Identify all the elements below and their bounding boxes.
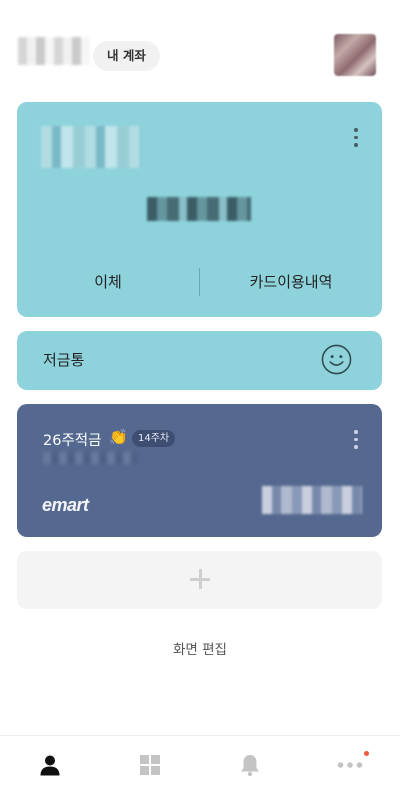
week-badge: 14주차: [132, 430, 176, 447]
plan-balance-blurred: [262, 486, 362, 514]
clap-icon: 👏: [109, 428, 128, 446]
my-account-button[interactable]: 내 계좌: [93, 41, 160, 71]
header: 내 계좌: [0, 0, 400, 100]
emart-logo: emart: [42, 495, 89, 515]
main-account-card[interactable]: 이체 카드이용내역: [17, 102, 382, 317]
edit-screen-link[interactable]: 화면 편집: [0, 638, 400, 658]
account-name-blurred: [41, 126, 141, 168]
bell-icon: [241, 754, 259, 776]
bottom-nav: [0, 735, 400, 793]
nav-item-notifications[interactable]: [200, 736, 300, 793]
add-card-button[interactable]: [17, 551, 382, 609]
savings-box-label: 저금통: [43, 351, 85, 369]
nav-item-products[interactable]: [100, 736, 200, 793]
account-actions: 이체 카드이용내역: [17, 267, 382, 297]
balance-blurred: [147, 197, 251, 221]
nav-item-my[interactable]: [0, 736, 100, 793]
savings-box-card[interactable]: 저금통: [17, 331, 382, 390]
plan-subtitle-blurred: [43, 452, 138, 464]
plus-icon: [189, 565, 211, 589]
plan-title: 26주적금: [43, 433, 102, 449]
more-icon: [337, 761, 363, 768]
card-history-button[interactable]: 카드이용내역: [200, 267, 382, 297]
more-vertical-icon[interactable]: [354, 128, 360, 147]
avatar[interactable]: [334, 34, 376, 76]
person-icon: [40, 755, 60, 775]
nav-item-more[interactable]: [300, 736, 400, 793]
smile-face-icon: [321, 344, 352, 375]
more-vertical-icon[interactable]: [354, 430, 360, 449]
grid-icon: [140, 754, 160, 775]
savings-plan-card[interactable]: 26주적금 👏 14주차 emart: [17, 404, 382, 537]
transfer-button[interactable]: 이체: [17, 267, 199, 297]
notification-badge: [364, 751, 369, 756]
user-name-blurred: [18, 37, 90, 65]
